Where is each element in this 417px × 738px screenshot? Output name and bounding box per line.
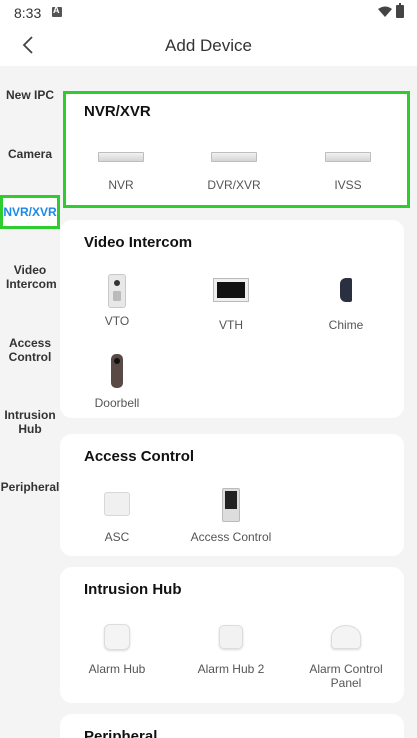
device-nvr[interactable]: NVR	[71, 152, 171, 192]
wifi-icon	[378, 6, 392, 17]
device-label: Doorbell	[94, 396, 140, 410]
sidebar-item-label: Peripheral	[0, 480, 60, 494]
sidebar-item-label: NVR/XVR	[3, 205, 57, 219]
device-label: Alarm Hub	[88, 662, 146, 676]
device-label: DVR/XVR	[207, 178, 261, 192]
sidebar-item-nvr-xvr[interactable]: NVR/XVR	[0, 195, 60, 229]
section-intrusion-hub: Intrusion Hub Alarm Hub Alarm Hub 2 Alar…	[60, 567, 404, 703]
app-header: Add Device	[0, 24, 417, 66]
device-alarm-hub-2[interactable]: Alarm Hub 2	[181, 625, 281, 676]
sidebar-item-new-ipc[interactable]: New IPC	[0, 88, 60, 102]
vth-device-icon	[213, 278, 249, 302]
device-asc[interactable]: ASC	[67, 492, 167, 544]
section-title: NVR/XVR	[84, 103, 151, 120]
sidebar-item-video-intercom[interactable]: Video Intercom	[0, 263, 60, 291]
device-label: NVR	[108, 178, 134, 192]
alarm-hub-device-icon	[104, 624, 130, 650]
section-nvr-xvr: NVR/XVR NVR DVR/XVR IVSS	[63, 91, 410, 208]
battery-icon	[396, 3, 404, 18]
device-label: Alarm Control Panel	[309, 662, 383, 690]
sidebar-item-label: Intrusion Hub	[4, 408, 56, 436]
device-dvr-xvr[interactable]: DVR/XVR	[184, 152, 284, 192]
device-label: Alarm Hub 2	[197, 662, 265, 676]
nvr-device-icon	[98, 152, 144, 162]
device-alarm-hub[interactable]: Alarm Hub	[67, 624, 167, 676]
ivss-device-icon	[325, 152, 371, 162]
access-control-device-icon	[222, 488, 240, 522]
device-label: VTH	[219, 318, 243, 332]
device-label: Access Control	[190, 530, 272, 544]
section-access-control: Access Control ASC Access Control	[60, 434, 404, 556]
sidebar-item-access-control[interactable]: Access Control	[0, 336, 60, 364]
section-title: Video Intercom	[84, 234, 193, 251]
device-label: ASC	[104, 530, 130, 544]
device-doorbell[interactable]: Doorbell	[67, 354, 167, 410]
chime-device-icon	[340, 278, 352, 302]
status-bar: 8:33	[0, 0, 417, 24]
device-label: IVSS	[334, 178, 362, 192]
device-ivss[interactable]: IVSS	[298, 152, 398, 192]
device-vto[interactable]: VTO	[67, 274, 167, 328]
sidebar-item-peripheral[interactable]: Peripheral	[0, 480, 60, 494]
dvr-device-icon	[211, 152, 257, 162]
alarm-hub-2-device-icon	[219, 625, 243, 649]
sidebar-item-label: Video Intercom	[6, 263, 57, 291]
section-video-intercom: Video Intercom VTO VTH Chime Doorbell	[60, 220, 404, 418]
vto-device-icon	[108, 274, 126, 308]
device-chime[interactable]: Chime	[296, 278, 396, 332]
section-title: Intrusion Hub	[84, 581, 182, 598]
sidebar-item-label: New IPC	[5, 88, 54, 102]
notification-a-icon	[52, 5, 62, 17]
device-label: VTO	[104, 314, 130, 328]
device-alarm-control-panel[interactable]: Alarm Control Panel	[296, 625, 396, 690]
page-title: Add Device	[165, 36, 252, 55]
device-vth[interactable]: VTH	[181, 278, 281, 332]
asc-device-icon	[104, 492, 130, 516]
sidebar-item-camera[interactable]: Camera	[0, 147, 60, 161]
section-peripheral: Peripheral	[60, 714, 404, 738]
section-title: Access Control	[84, 448, 195, 465]
section-title: Peripheral	[84, 728, 158, 738]
device-access-control[interactable]: Access Control	[181, 488, 281, 544]
sidebar-item-label: Camera	[7, 147, 53, 161]
sidebar-item-intrusion-hub[interactable]: Intrusion Hub	[0, 408, 60, 436]
doorbell-device-icon	[111, 354, 123, 388]
device-label: Chime	[328, 318, 364, 332]
status-time: 8:33	[14, 5, 42, 21]
category-sidebar: New IPC Camera NVR/XVR Video Intercom Ac…	[0, 66, 60, 738]
alarm-control-panel-device-icon	[331, 625, 361, 649]
sidebar-item-label: Access Control	[8, 336, 52, 364]
